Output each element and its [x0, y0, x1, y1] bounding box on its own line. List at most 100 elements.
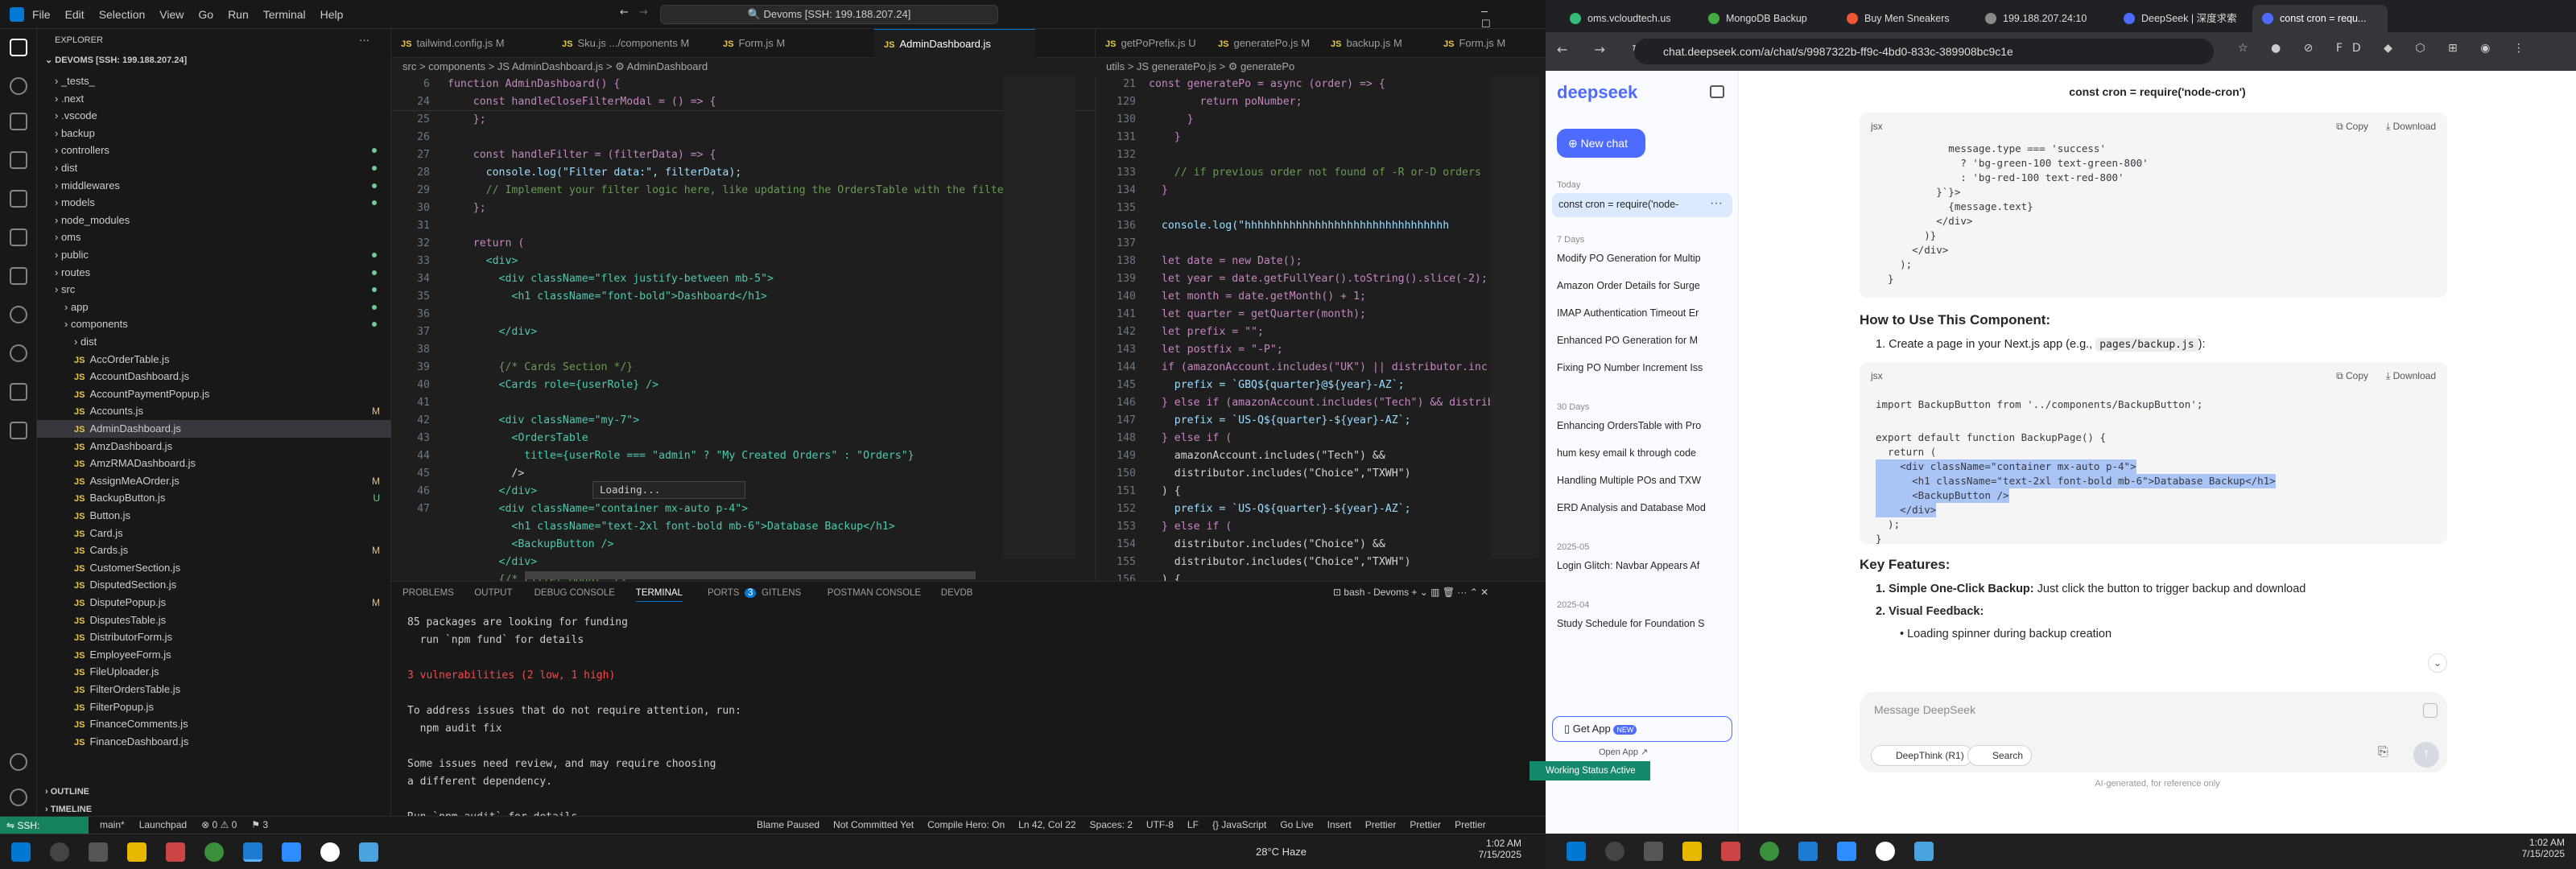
- collapse-sidebar-icon[interactable]: [1710, 85, 1724, 98]
- testing-icon[interactable]: [10, 267, 27, 285]
- task-view-icon[interactable]: [89, 842, 108, 862]
- run-debug-icon[interactable]: [10, 151, 27, 169]
- tree-item[interactable]: JS AccountPaymentPopup.js: [37, 385, 391, 403]
- status-item[interactable]: ⚑ 3: [251, 819, 268, 830]
- search-icon[interactable]: [10, 77, 27, 95]
- tree-item[interactable]: › oms: [37, 229, 391, 246]
- editor-tab[interactable]: JS tailwind.config.js M: [391, 29, 552, 58]
- editor-right[interactable]: 21 129 130 131 132 133 134 135 136 137 138 139 140 14…: [1095, 76, 1546, 581]
- browser-tab[interactable]: oms.vcloudtech.us: [1560, 5, 1695, 32]
- menu-item-go[interactable]: Go: [198, 8, 213, 21]
- status-item[interactable]: Prettier: [1410, 819, 1441, 830]
- tree-item[interactable]: JS Accounts.js M: [37, 402, 391, 420]
- scroll-down-icon[interactable]: ⌄: [2428, 653, 2447, 673]
- minimap-right[interactable]: [1490, 76, 1538, 558]
- database-icon[interactable]: [10, 383, 27, 401]
- editor-tab[interactable]: JS backup.js M: [1321, 29, 1434, 58]
- clock-left[interactable]: 1:02 AM 7/15/2025: [1465, 838, 1521, 860]
- timeline-section[interactable]: › TIMELINE: [45, 805, 92, 814]
- status-item[interactable]: Prettier: [1365, 819, 1397, 830]
- editor-tab[interactable]: JS Form.js M: [1434, 29, 1546, 58]
- menu-item-edit[interactable]: Edit: [65, 8, 85, 21]
- panel-tab-postman-console[interactable]: POSTMAN CONSOLE: [828, 588, 921, 598]
- more-actions-icon[interactable]: ···: [359, 34, 369, 46]
- paperclip-icon[interactable]: ⎘: [2378, 745, 2388, 760]
- outline-section[interactable]: › OUTLINE: [45, 787, 89, 797]
- tree-item[interactable]: JS AdminDashboard.js: [37, 420, 391, 438]
- tree-item[interactable]: JS FilterPopup.js: [37, 698, 391, 716]
- minimap-left[interactable]: [1003, 76, 1075, 558]
- panel-tab-debug-console[interactable]: DEBUG CONSOLE: [535, 588, 615, 598]
- tree-item[interactable]: › middlewares: [37, 177, 391, 195]
- tree-item[interactable]: JS AmzRMADashboard.js: [37, 455, 391, 472]
- tree-item[interactable]: › backup: [37, 125, 391, 142]
- store-icon[interactable]: [166, 842, 185, 862]
- status-item[interactable]: Blame Paused: [757, 819, 819, 830]
- file-explorer-icon[interactable]: [127, 842, 147, 862]
- tree-item[interactable]: › public: [37, 246, 391, 264]
- terminal-selector[interactable]: ⊡ bash - Devoms + ⌄ ▥ 🗑 ··· ⌃ ✕: [1333, 587, 1488, 598]
- tree-item[interactable]: JS DistributorForm.js: [37, 628, 391, 646]
- history-item[interactable]: ERD Analysis and Database Mod: [1557, 502, 1726, 513]
- explorer-icon[interactable]: [10, 39, 27, 56]
- tree-item[interactable]: › routes: [37, 264, 391, 282]
- remote-indicator[interactable]: ⇋ SSH: 199.188.207.24: [0, 817, 89, 849]
- history-item[interactable]: hum kesy email k through code: [1557, 447, 1726, 459]
- browser-tab[interactable]: MongoDB Backup: [1699, 5, 1834, 32]
- workspace-title[interactable]: ⌄ DEVOMS [SSH: 199.188.207.24]: [45, 55, 187, 65]
- status-item[interactable]: Compile Hero: On: [927, 819, 1005, 830]
- back-arrow-icon[interactable]: ←: [620, 6, 629, 19]
- extensions-icon[interactable]: [10, 190, 27, 208]
- panel-tab-problems[interactable]: PROBLEMS: [402, 588, 454, 598]
- tree-item[interactable]: JS AccountDashboard.js: [37, 368, 391, 385]
- chrome2-icon[interactable]: [1760, 842, 1779, 861]
- tree-item[interactable]: JS CustomerSection.js: [37, 559, 391, 577]
- tree-item[interactable]: › dist: [37, 159, 391, 177]
- tree-item[interactable]: JS AccOrderTable.js: [37, 351, 391, 369]
- history-item[interactable]: Handling Multiple POs and TXW: [1557, 475, 1726, 486]
- app4-icon[interactable]: [1914, 842, 1934, 861]
- app3-icon[interactable]: [1876, 842, 1895, 861]
- status-item[interactable]: Insert: [1327, 819, 1352, 830]
- attach-icon[interactable]: [2423, 703, 2438, 718]
- history-more-icon[interactable]: ···: [1710, 196, 1723, 211]
- get-app-button[interactable]: ▯ Get App NEW: [1552, 716, 1732, 742]
- menu-item-view[interactable]: View: [159, 8, 184, 21]
- panel-tab-devdb[interactable]: DEVDB: [941, 588, 973, 598]
- start-icon[interactable]: [11, 842, 31, 862]
- clock-right[interactable]: 1:02 AM 7/15/2025: [2508, 837, 2565, 859]
- open-app-link[interactable]: Open App ↗: [1599, 747, 1648, 757]
- tree-item[interactable]: JS FileUploader.js: [37, 663, 391, 681]
- search-taskbar-icon[interactable]: [50, 842, 69, 862]
- address-bar[interactable]: chat.deepseek.com/a/chat/s/9987322b-ff9c…: [1634, 39, 2214, 64]
- folder2-icon[interactable]: [1682, 842, 1702, 861]
- menu-item-terminal[interactable]: Terminal: [263, 8, 306, 21]
- tree-item[interactable]: JS Button.js: [37, 507, 391, 525]
- terminal-output[interactable]: 85 packages are looking for funding run …: [407, 614, 741, 844]
- status-item[interactable]: Launchpad: [139, 819, 187, 830]
- editor-tab[interactable]: JS getPoPrefix.js U: [1096, 29, 1208, 58]
- panel-tab-terminal[interactable]: TERMINAL: [635, 588, 683, 602]
- status-item[interactable]: UTF-8: [1146, 819, 1174, 830]
- copy-button[interactable]: ⧉ Copy: [2336, 113, 2368, 140]
- status-item[interactable]: Not Committed Yet: [833, 819, 914, 830]
- browser-tab[interactable]: DeepSeek | 深度求索: [2114, 5, 2249, 32]
- start2-icon[interactable]: [1567, 842, 1586, 861]
- history-item[interactable]: Modify PO Generation for Multip: [1557, 253, 1726, 264]
- tree-item[interactable]: › controllers: [37, 142, 391, 159]
- tree-item[interactable]: JS AssignMeAOrder.js M: [37, 472, 391, 490]
- source-control-icon[interactable]: [10, 113, 27, 130]
- tree-item[interactable]: › src: [37, 281, 391, 299]
- menu-item-selection[interactable]: Selection: [99, 8, 146, 21]
- menu-item-file[interactable]: File: [32, 8, 51, 21]
- taskview2-icon[interactable]: [1644, 842, 1663, 861]
- app2-icon[interactable]: [359, 842, 378, 862]
- copy-button[interactable]: ⧉ Copy: [2336, 362, 2368, 389]
- tree-item[interactable]: JS Cards.js M: [37, 542, 391, 559]
- menu-item-help[interactable]: Help: [320, 8, 344, 21]
- status-item[interactable]: Prettier: [1455, 819, 1486, 830]
- tree-item[interactable]: JS FinanceComments.js: [37, 715, 391, 733]
- postman-icon[interactable]: [10, 344, 27, 362]
- search-button[interactable]: Search: [1967, 745, 2033, 766]
- status-item[interactable]: Ln 42, Col 22: [1018, 819, 1075, 830]
